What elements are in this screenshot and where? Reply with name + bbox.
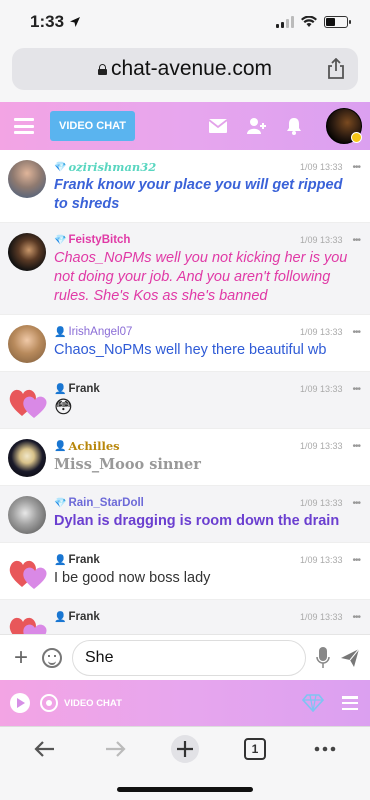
user-avatar[interactable] <box>8 496 46 534</box>
bottom-menu-icon[interactable] <box>342 696 358 710</box>
heart-avatar-icon[interactable] <box>8 382 48 420</box>
user-avatar[interactable] <box>8 439 46 477</box>
username[interactable]: Rain_StarDoll <box>68 497 143 509</box>
status-bar: 1:33 <box>0 0 370 44</box>
add-attachment-icon[interactable]: + <box>10 644 32 672</box>
username[interactable]: Frank <box>68 383 99 395</box>
webcam-icon[interactable] <box>40 694 58 712</box>
username[interactable]: Frank <box>68 611 99 623</box>
browser-address-area: chat-avenue.com <box>0 44 370 102</box>
more-options-icon[interactable]: ••• <box>352 498 360 509</box>
chat-message: 👤 Frank 1/09 13:33 ••• <box>0 600 370 634</box>
message-composer: + She <box>0 634 370 680</box>
message-time: 1/09 13:33 <box>299 235 343 245</box>
heart-avatar-icon[interactable] <box>8 610 48 634</box>
username[interactable]: ozirishman32 <box>68 160 156 174</box>
message-time: 1/09 13:33 <box>299 384 343 394</box>
send-icon[interactable] <box>340 648 360 668</box>
message-text: I be good now boss lady <box>54 570 211 586</box>
chat-message: 👤 IrishAngel07 1/09 13:33 ••• Chaos_NoPM… <box>0 315 370 372</box>
message-time: 1/09 13:33 <box>299 612 343 622</box>
url-text: chat-avenue.com <box>110 57 273 80</box>
diamond-rank-icon: 💎 <box>54 234 67 246</box>
message-text: 😳 <box>54 397 73 417</box>
message-time: 1/09 13:33 <box>299 162 343 172</box>
lock-icon <box>97 63 107 75</box>
home-indicator <box>117 787 253 792</box>
chat-message: 👤 Frank 1/09 13:33 ••• 😳 <box>0 372 370 429</box>
status-indicators <box>276 16 351 28</box>
diamond-icon[interactable] <box>302 694 324 712</box>
cellular-signal-icon <box>276 16 294 28</box>
message-text: Miss_Mooo sinner <box>54 456 201 473</box>
emoji-icon[interactable] <box>42 647 62 668</box>
more-options-icon[interactable]: ••• <box>352 384 360 395</box>
username[interactable]: Achilles <box>68 439 119 453</box>
forward-arrow-icon[interactable] <box>100 734 130 764</box>
back-arrow-icon[interactable] <box>30 734 60 764</box>
address-bar[interactable]: chat-avenue.com <box>12 48 358 90</box>
clock: 1:33 <box>30 12 65 31</box>
message-text: Dylan is dragging is room down the drain <box>54 513 340 529</box>
location-arrow-icon <box>70 17 81 27</box>
more-options-icon[interactable]: ••• <box>352 441 360 452</box>
microphone-icon[interactable] <box>316 646 330 669</box>
video-chat-label[interactable]: VIDEO CHAT <box>64 698 122 709</box>
more-options-icon[interactable]: ••• <box>352 162 360 173</box>
notification-bell-icon[interactable] <box>284 117 304 135</box>
chat-log[interactable]: 💎 ozirishman32 1/09 13:33 ••• Frank know… <box>0 150 370 634</box>
browser-toolbar: 1 <box>0 726 370 800</box>
app-bottom-bar: VIDEO CHAT <box>0 680 370 726</box>
username[interactable]: IrishAngel07 <box>68 326 132 338</box>
chat-message: 💎 Rain_StarDoll 1/09 13:33 ••• Dylan is … <box>0 486 370 543</box>
app-header: VIDEO CHAT <box>0 102 370 150</box>
diamond-rank-icon: 💎 <box>54 161 67 173</box>
diamond-rank-icon: 💎 <box>54 497 67 509</box>
chat-message: 👤 Frank 1/09 13:33 ••• I be good now bos… <box>0 543 370 600</box>
user-rank-icon: 👤 <box>54 554 67 566</box>
more-options-icon[interactable]: ••• <box>352 327 360 338</box>
mail-icon[interactable] <box>208 117 228 135</box>
my-profile-avatar[interactable] <box>326 108 362 144</box>
user-rank-icon: 👤 <box>54 326 67 338</box>
more-options-icon[interactable]: ••• <box>352 612 360 623</box>
chat-message: 💎 FeistyBitch 1/09 13:33 ••• Chaos_NoPMs… <box>0 223 370 315</box>
more-options-icon[interactable]: ••• <box>352 555 360 566</box>
share-icon[interactable] <box>326 58 346 80</box>
message-text: Chaos_NoPMs well hey there beautiful wb <box>54 342 327 358</box>
message-text: Frank know your place you will get rippe… <box>54 177 343 212</box>
menu-icon[interactable] <box>14 118 34 134</box>
message-input[interactable]: She <box>72 639 306 676</box>
message-text: Chaos_NoPMs well you not kicking her is … <box>54 250 348 304</box>
wifi-icon <box>301 16 317 27</box>
username[interactable]: FeistyBitch <box>68 234 130 246</box>
user-avatar[interactable] <box>8 160 46 198</box>
user-avatar[interactable] <box>8 233 46 271</box>
status-time: 1:33 <box>30 12 81 32</box>
new-tab-plus-icon[interactable] <box>170 734 200 764</box>
heart-avatar-icon[interactable] <box>8 553 48 591</box>
chat-message: 👤 Achilles 1/09 13:33 ••• Miss_Mooo sinn… <box>0 429 370 486</box>
user-rank-icon: 👤 <box>54 440 67 452</box>
add-friend-icon[interactable] <box>246 117 266 135</box>
user-rank-icon: 👤 <box>54 383 67 395</box>
message-time: 1/09 13:33 <box>299 441 343 451</box>
user-rank-icon: 👤 <box>54 611 67 623</box>
battery-icon <box>324 16 351 28</box>
more-options-icon[interactable]: ••• <box>352 235 360 246</box>
username[interactable]: Frank <box>68 554 99 566</box>
status-dot <box>351 132 362 143</box>
message-time: 1/09 13:33 <box>299 555 343 565</box>
tabs-button[interactable]: 1 <box>240 734 270 764</box>
tabs-icon: 1 <box>244 738 266 760</box>
video-chat-button[interactable]: VIDEO CHAT <box>50 111 136 141</box>
play-icon[interactable] <box>10 693 30 713</box>
user-avatar[interactable] <box>8 325 46 363</box>
more-menu-icon[interactable] <box>310 734 340 764</box>
message-time: 1/09 13:33 <box>299 498 343 508</box>
chat-message: 💎 ozirishman32 1/09 13:33 ••• Frank know… <box>0 150 370 223</box>
message-time: 1/09 13:33 <box>299 327 343 337</box>
